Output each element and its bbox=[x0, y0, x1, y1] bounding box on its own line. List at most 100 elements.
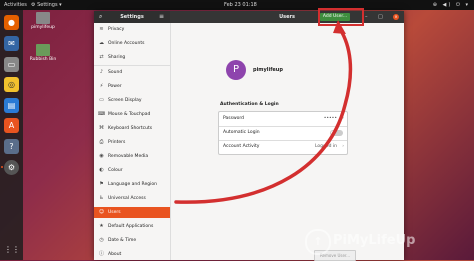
sidebar-item-date-time[interactable]: ◷ Date & Time bbox=[94, 235, 170, 246]
sidebar-item-sharing[interactable]: ⇄ Sharing bbox=[94, 52, 170, 63]
sidebar-item-label: Removable Media bbox=[108, 154, 149, 159]
clock[interactable]: Feb 23 01:18 bbox=[224, 0, 257, 10]
sidebar-item-online-accounts[interactable]: ☁ Online Accounts bbox=[94, 38, 170, 49]
sidebar-item-default-applications[interactable]: ★ Default Applications bbox=[94, 221, 170, 232]
sidebar-item-users[interactable]: ☺ Users bbox=[94, 207, 170, 218]
users-panel: P pimylifeup Authentication & Login Pass… bbox=[171, 23, 404, 261]
trash-icon bbox=[36, 44, 50, 56]
sidebar-item-label: Default Applications bbox=[108, 224, 154, 229]
sidebar-item-removable-media[interactable]: ◉ Removable Media bbox=[94, 151, 170, 162]
running-indicator bbox=[1, 166, 3, 168]
chevron-right-icon: › bbox=[342, 144, 344, 149]
activities-button[interactable]: Activities bbox=[4, 0, 27, 10]
sidebar-item-keyboard-shortcuts[interactable]: ⌘ Keyboard Shortcuts bbox=[94, 123, 170, 134]
clock-icon: ◷ bbox=[99, 237, 104, 243]
chevron-right-icon: › bbox=[342, 116, 344, 121]
home-folder-icon bbox=[36, 12, 50, 24]
accessibility-icon: ♿ bbox=[99, 195, 104, 201]
auth-section-title: Authentication & Login bbox=[220, 102, 279, 107]
sidebar-item-label: Sound bbox=[108, 70, 123, 75]
sidebar-item-label: Printers bbox=[108, 140, 126, 145]
privacy-icon: ≋ bbox=[99, 26, 104, 32]
watermark: ↑ PiMyLifeUp bbox=[305, 226, 472, 256]
minimize-button[interactable]: – bbox=[365, 11, 368, 23]
display-icon: ▭ bbox=[99, 97, 104, 103]
firefox-icon[interactable]: ● bbox=[4, 15, 19, 30]
files-icon[interactable]: ▭ bbox=[4, 57, 19, 72]
sidebar-item-about[interactable]: ⓘ About bbox=[94, 249, 170, 260]
mail-icon[interactable]: ✉ bbox=[4, 36, 19, 51]
desktop-icon-trash[interactable]: Rubbish Bin bbox=[29, 44, 57, 62]
highlight-box bbox=[318, 8, 364, 26]
settings-sidebar: ≋ Privacy ☁ Online Accounts ⇄ Sharing ♪ … bbox=[94, 23, 171, 260]
sidebar-item-colour[interactable]: ◐ Colour bbox=[94, 165, 170, 176]
user-name[interactable]: pimylifeup bbox=[253, 67, 283, 73]
password-value: ••••• bbox=[323, 116, 337, 121]
power-icon: ⚡ bbox=[99, 83, 104, 89]
share-icon: ⇄ bbox=[99, 54, 104, 60]
password-label: Password bbox=[223, 116, 245, 121]
sound-icon: ♪ bbox=[99, 69, 104, 75]
app-menu[interactable]: ⚙ Settings ▾ bbox=[31, 0, 62, 10]
password-row[interactable]: Password ••••• › bbox=[219, 112, 347, 126]
settings-window: ⌕ Settings ≡ Users Add User... – □ × ≋ P… bbox=[94, 11, 404, 261]
sidebar-item-mouse-touchpad[interactable]: ⌨ Mouse & Touchpad bbox=[94, 109, 170, 120]
top-bar: Activities ⚙ Settings ▾ Feb 23 01:18 ⊕ ◀… bbox=[0, 0, 474, 10]
sidebar-item-printers[interactable]: ⎙ Printers bbox=[94, 137, 170, 148]
sidebar-item-label: Colour bbox=[108, 168, 123, 173]
sidebar-item-power[interactable]: ⚡ Power bbox=[94, 81, 170, 92]
cloud-icon: ☁ bbox=[99, 40, 104, 46]
sidebar-item-label: Mouse & Touchpad bbox=[108, 112, 151, 117]
info-icon: ⓘ bbox=[98, 251, 104, 257]
automatic-login-row: Automatic Login bbox=[219, 126, 347, 140]
desktop-icon-label: Rubbish Bin bbox=[29, 57, 57, 62]
sidebar-item-label: Power bbox=[108, 84, 122, 89]
users-icon: ☺ bbox=[98, 209, 105, 215]
colour-icon: ◐ bbox=[99, 167, 104, 173]
sidebar-header: ⌕ Settings ≡ bbox=[94, 11, 170, 23]
page-title: Users bbox=[279, 14, 295, 20]
printer-icon: ⎙ bbox=[99, 139, 104, 145]
pimylifeup-logo-icon: ↑ bbox=[305, 229, 331, 255]
content-header: Users Add User... – □ × bbox=[170, 11, 404, 23]
keyboard-icon: ⌘ bbox=[99, 125, 104, 131]
sidebar-item-label: Online Accounts bbox=[108, 41, 145, 46]
system-tray[interactable]: ⊕ ◀) ⏻ ▾ bbox=[433, 0, 470, 10]
divider bbox=[94, 65, 170, 66]
sidebar-item-label: Keyboard Shortcuts bbox=[108, 126, 153, 131]
dock: ● ✉ ▭ ◎ ▤ A ? ⚙ ⋮⋮ bbox=[0, 10, 23, 260]
sidebar-item-label: Universal Access bbox=[108, 196, 146, 201]
language-icon: ⚑ bbox=[99, 181, 104, 187]
show-apps-icon[interactable]: ⋮⋮ bbox=[4, 242, 20, 257]
sidebar-item-label: Screen Display bbox=[108, 98, 142, 103]
sidebar-item-label: Privacy bbox=[108, 27, 125, 32]
account-activity-value: Logged in bbox=[314, 144, 337, 149]
sidebar-item-label: About bbox=[108, 252, 122, 257]
avatar[interactable]: P bbox=[226, 60, 246, 80]
sidebar-item-sound[interactable]: ♪ Sound bbox=[94, 67, 170, 78]
settings-icon[interactable]: ⚙ bbox=[4, 160, 19, 175]
maximize-button[interactable]: □ bbox=[378, 11, 383, 23]
sidebar-item-screen-display[interactable]: ▭ Screen Display bbox=[94, 95, 170, 106]
mouse-icon: ⌨ bbox=[98, 111, 106, 117]
automatic-login-label: Automatic Login bbox=[223, 130, 260, 135]
sidebar-item-label: Sharing bbox=[108, 55, 126, 60]
hamburger-menu-icon[interactable]: ≡ bbox=[159, 11, 164, 23]
account-activity-label: Account Activity bbox=[223, 144, 260, 149]
sidebar-item-label: Language and Region bbox=[108, 182, 157, 187]
writer-icon[interactable]: ▤ bbox=[4, 98, 19, 113]
watermark-text: PiMyLifeUp bbox=[333, 233, 416, 248]
desktop-icon-home[interactable]: pimylifeup bbox=[29, 12, 57, 30]
sidebar-item-privacy[interactable]: ≋ Privacy bbox=[94, 24, 170, 35]
help-icon[interactable]: ? bbox=[4, 139, 19, 154]
sidebar-item-label: Date & Time bbox=[108, 238, 137, 243]
close-button[interactable]: × bbox=[393, 14, 399, 20]
automatic-login-toggle[interactable] bbox=[330, 130, 343, 136]
software-icon[interactable]: A bbox=[4, 118, 19, 133]
star-icon: ★ bbox=[99, 223, 104, 229]
sidebar-item-universal-access[interactable]: ♿ Universal Access bbox=[94, 193, 170, 204]
rhythmbox-icon[interactable]: ◎ bbox=[4, 77, 19, 92]
account-activity-row[interactable]: Account Activity Logged in › bbox=[219, 140, 347, 154]
sidebar-item-language-region[interactable]: ⚑ Language and Region bbox=[94, 179, 170, 190]
media-icon: ◉ bbox=[99, 153, 104, 159]
